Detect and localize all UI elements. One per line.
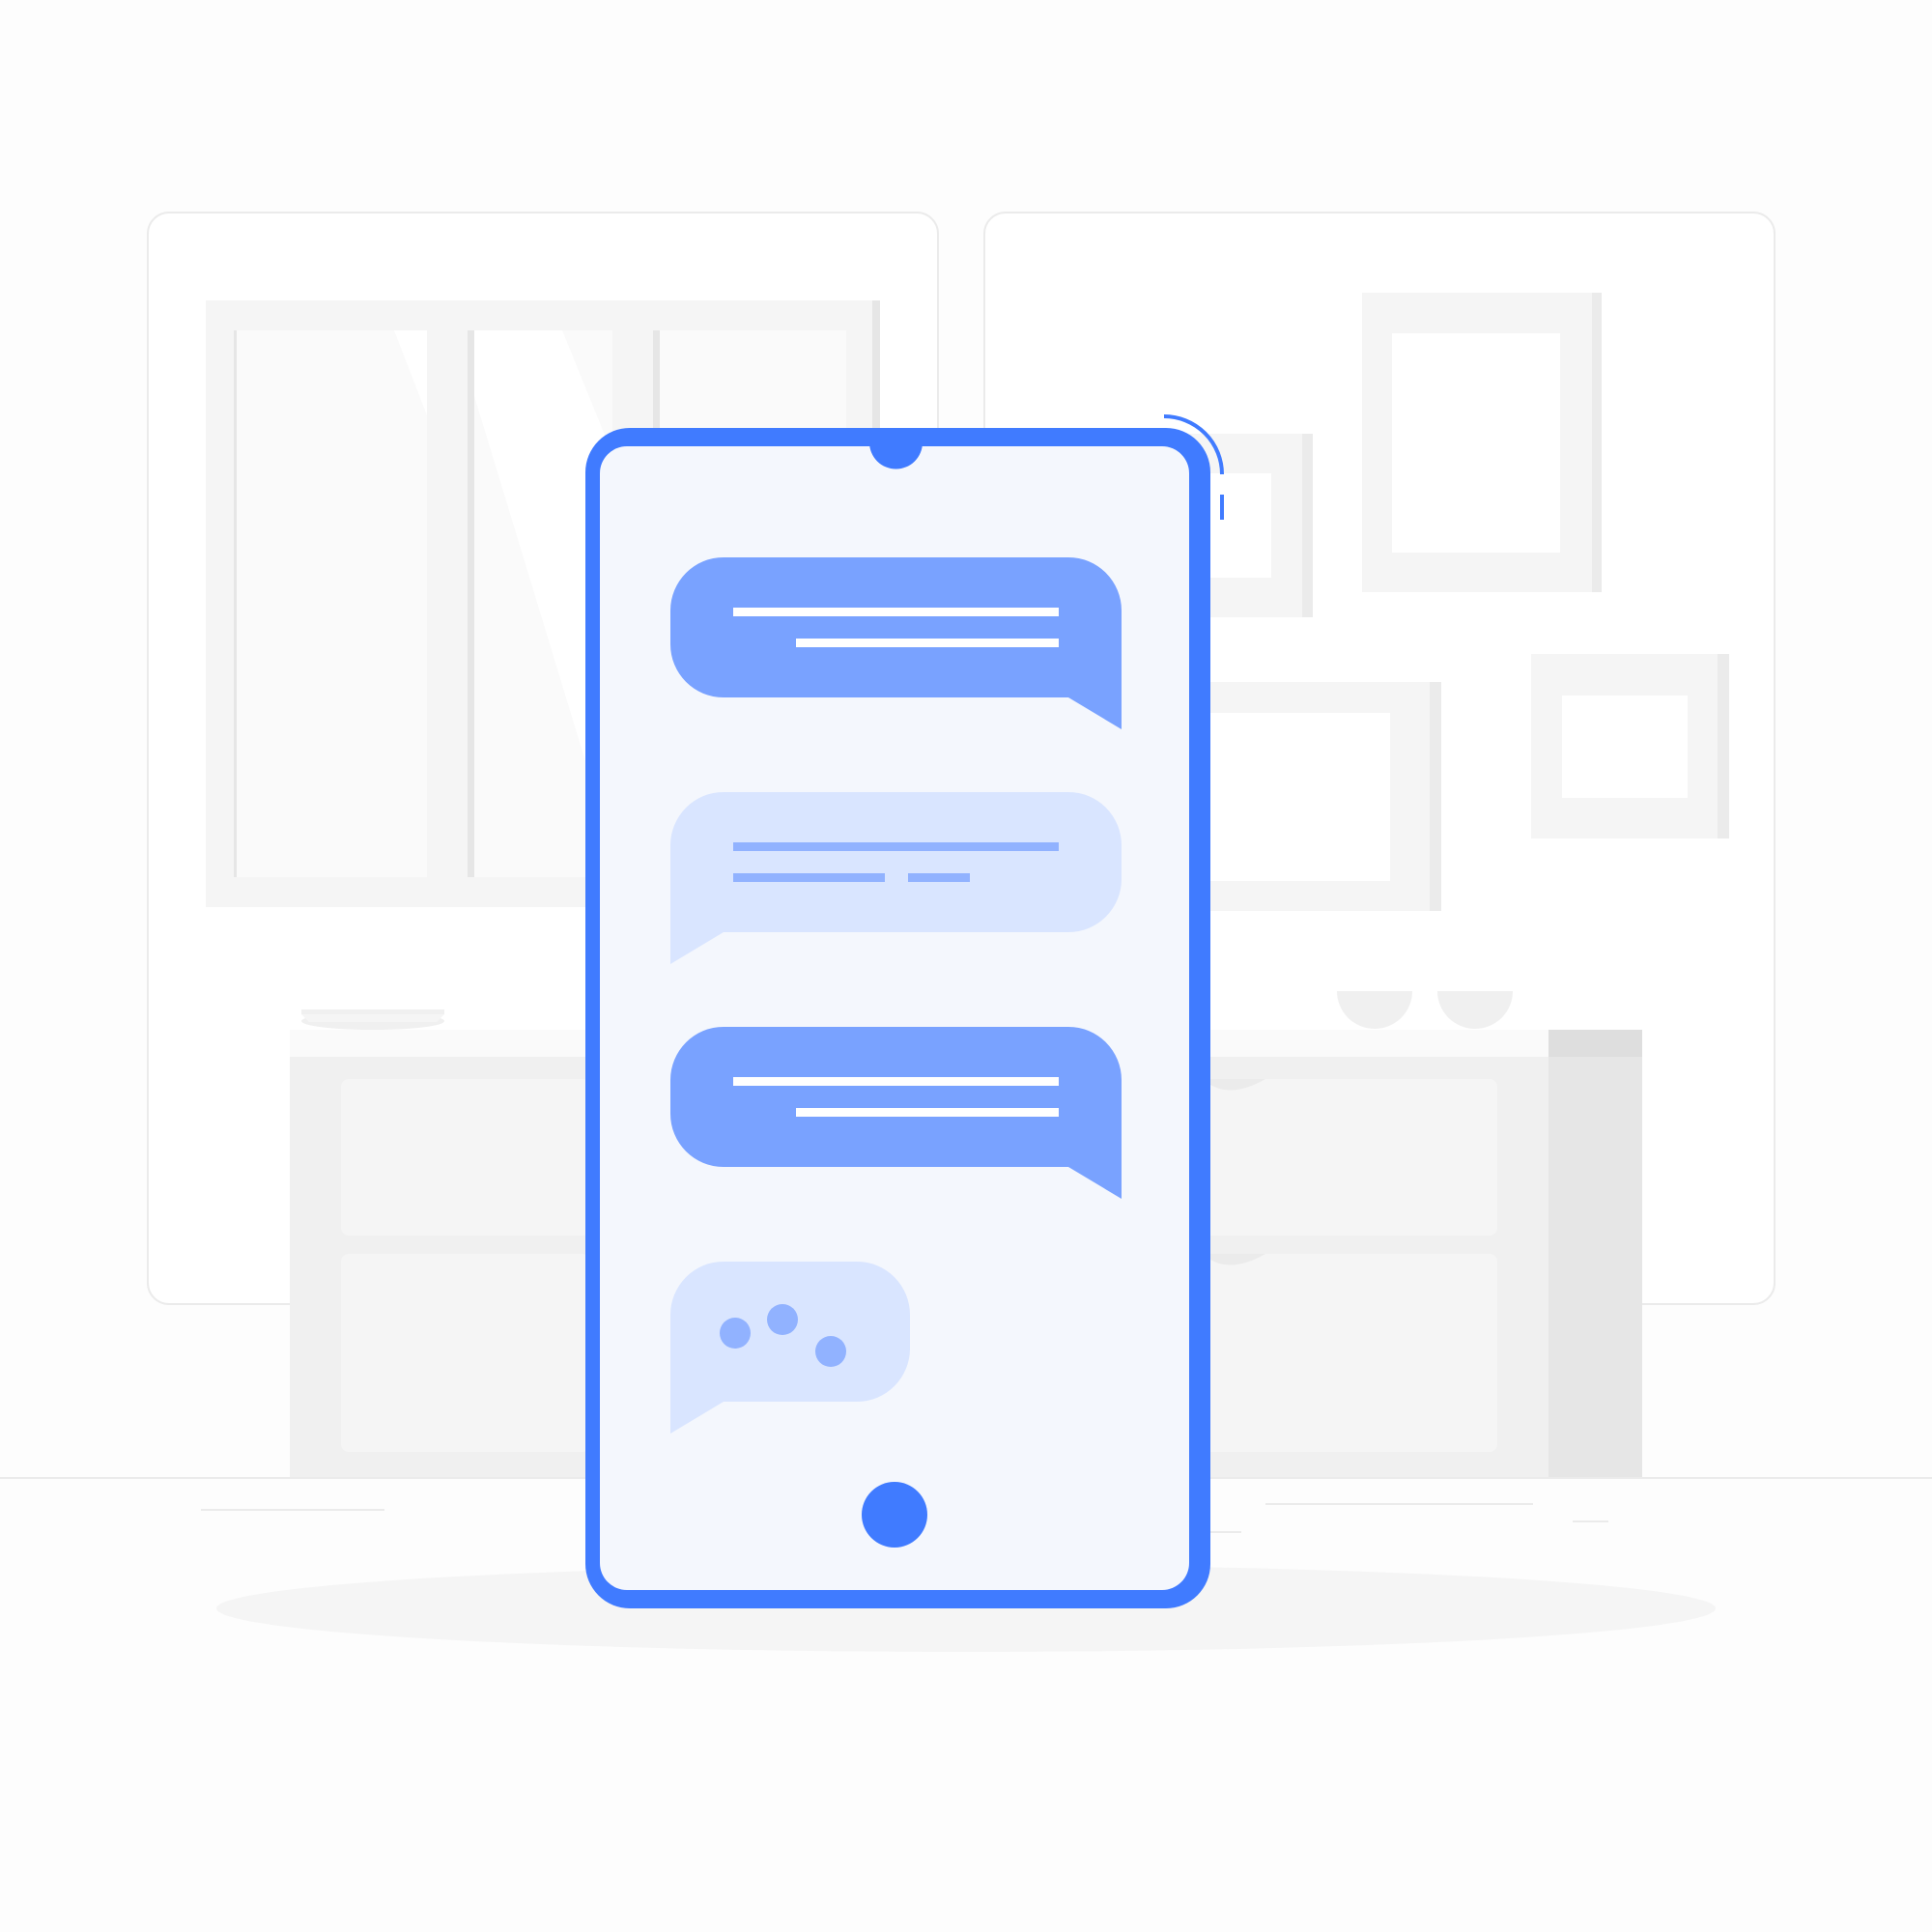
- message-text-line: [796, 1108, 1059, 1117]
- message-text-line: [908, 873, 970, 882]
- message-text-line: [733, 608, 1059, 616]
- drawer: [341, 1254, 590, 1452]
- message-text-line: [796, 639, 1059, 647]
- typing-dot-icon: [815, 1336, 846, 1367]
- message-text-line: [733, 1077, 1059, 1086]
- message-text-line: [733, 873, 885, 882]
- message-text-line: [733, 842, 1059, 851]
- drawer: [1203, 1079, 1497, 1236]
- typing-dot-icon: [767, 1304, 798, 1335]
- messaging-illustration: [0, 212, 1932, 1652]
- window-pane: [234, 330, 427, 877]
- drawer: [341, 1079, 590, 1236]
- drawer: [1203, 1254, 1497, 1452]
- smartphone: [585, 428, 1210, 1608]
- sideboard-side: [1548, 1030, 1642, 1478]
- typing-dot-icon: [720, 1318, 751, 1349]
- home-button-icon[interactable]: [862, 1482, 927, 1548]
- plate-stack: [301, 1009, 444, 1030]
